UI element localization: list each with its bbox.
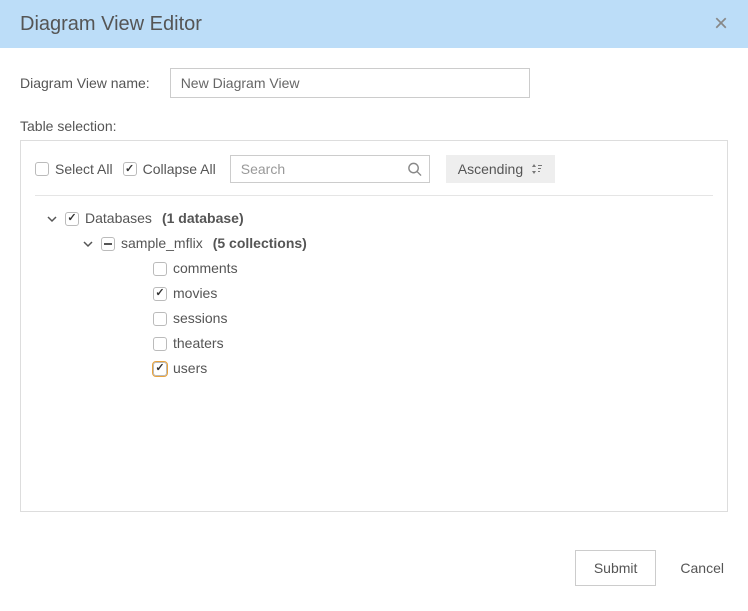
sort-icon	[531, 163, 543, 175]
dialog-body: Diagram View name: Table selection: Sele…	[0, 48, 748, 532]
cancel-button[interactable]: Cancel	[680, 560, 724, 576]
select-all-control[interactable]: Select All	[35, 161, 113, 177]
tree-collection-row[interactable]: movies	[153, 281, 713, 306]
tree-collection-checkbox[interactable]	[153, 362, 167, 376]
divider	[35, 195, 713, 196]
tree-collection-label: theaters	[173, 333, 224, 354]
name-row: Diagram View name:	[20, 68, 728, 98]
tree-db-checkbox[interactable]	[101, 237, 115, 251]
tree-root-label: Databases	[85, 208, 152, 229]
sort-button[interactable]: Ascending	[446, 155, 555, 183]
controls-row: Select All Collapse All Ascending	[35, 155, 713, 183]
tree-db-count: (5 collections)	[213, 233, 307, 254]
tree: Databases (1 database) sample_mflix (5 c…	[35, 206, 713, 381]
select-all-checkbox[interactable]	[35, 162, 49, 176]
tree-collection-label: movies	[173, 283, 217, 304]
search-input[interactable]	[230, 155, 430, 183]
tree-collection-checkbox[interactable]	[153, 287, 167, 301]
select-all-label: Select All	[55, 161, 113, 177]
tree-db-label: sample_mflix	[121, 233, 203, 254]
tree-collection-label: sessions	[173, 308, 227, 329]
dialog-title: Diagram View Editor	[20, 13, 202, 36]
tree-db-row[interactable]: sample_mflix (5 collections)	[81, 231, 713, 256]
tree-collection-label: comments	[173, 258, 238, 279]
dialog-footer: Submit Cancel	[0, 532, 748, 604]
table-selection-label: Table selection:	[20, 118, 728, 134]
submit-button[interactable]: Submit	[575, 550, 657, 586]
collapse-all-control[interactable]: Collapse All	[123, 161, 216, 177]
collapse-all-label: Collapse All	[143, 161, 216, 177]
tree-root-count: (1 database)	[162, 208, 244, 229]
tree-collection-label: users	[173, 358, 207, 379]
sort-label: Ascending	[458, 161, 523, 177]
chevron-down-icon[interactable]	[45, 214, 59, 224]
tree-collection-row[interactable]: comments	[153, 256, 713, 281]
name-label: Diagram View name:	[20, 75, 150, 91]
chevron-down-icon[interactable]	[81, 239, 95, 249]
tree-collection-checkbox[interactable]	[153, 337, 167, 351]
close-icon[interactable]: ×	[714, 12, 728, 36]
tree-collection-checkbox[interactable]	[153, 312, 167, 326]
tree-collection-row[interactable]: sessions	[153, 306, 713, 331]
tree-root-row[interactable]: Databases (1 database)	[45, 206, 713, 231]
search-wrap	[230, 155, 430, 183]
tree-collection-row[interactable]: users	[153, 356, 713, 381]
collapse-all-checkbox[interactable]	[123, 162, 137, 176]
diagram-name-input[interactable]	[170, 68, 530, 98]
tree-collection-row[interactable]: theaters	[153, 331, 713, 356]
table-selection-panel: Select All Collapse All Ascending	[20, 140, 728, 512]
tree-collection-checkbox[interactable]	[153, 262, 167, 276]
dialog-header: Diagram View Editor ×	[0, 0, 748, 48]
tree-root-checkbox[interactable]	[65, 212, 79, 226]
